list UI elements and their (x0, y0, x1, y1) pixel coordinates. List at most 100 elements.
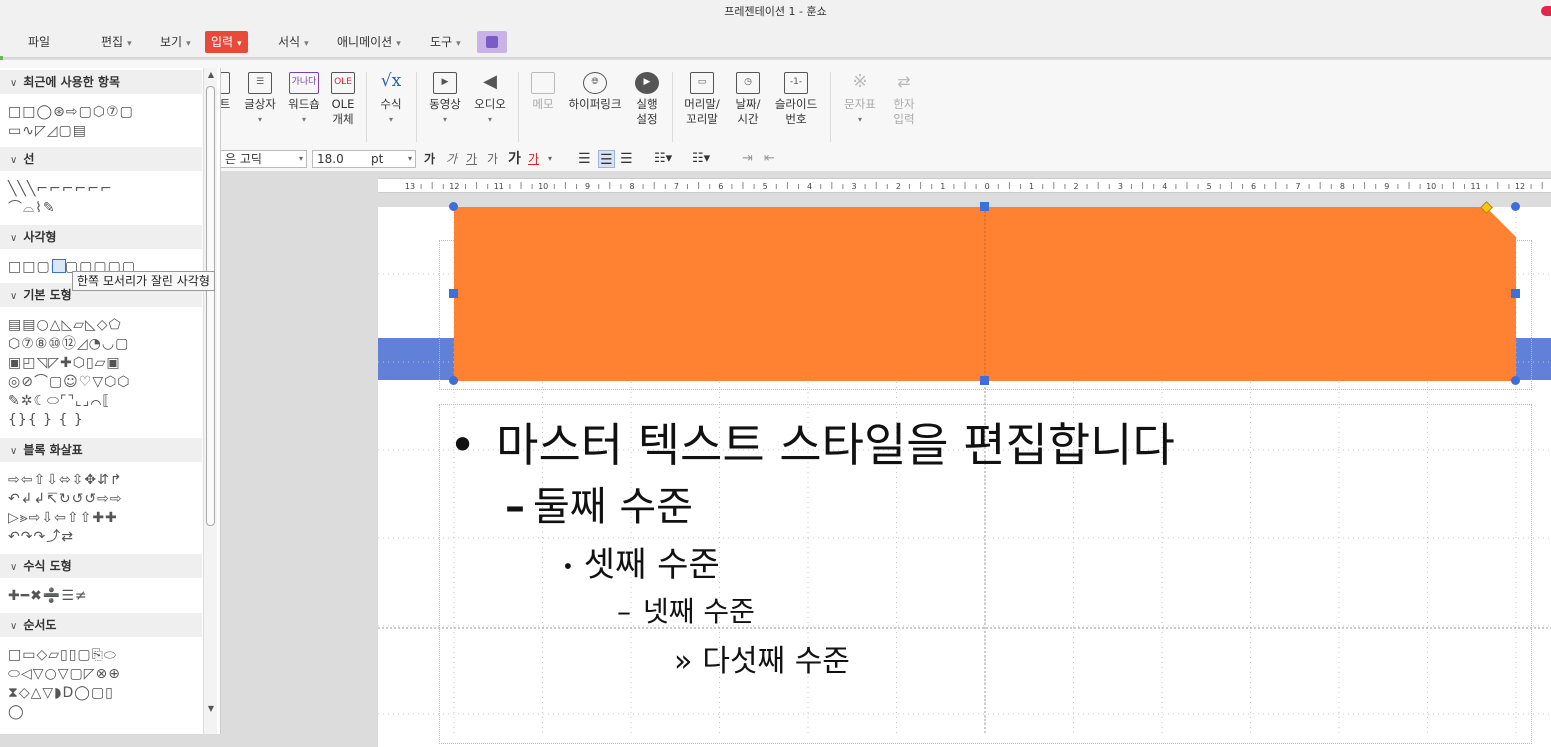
section-flowchart[interactable]: ∨ 순서도 (0, 613, 202, 637)
chevron-down-icon: ∨ (10, 621, 18, 632)
text-level-5[interactable]: » 다섯째 수준 (674, 636, 850, 680)
panel-scrollbar[interactable]: ▲ ▼ (203, 68, 217, 734)
menu-tools[interactable]: 도구 ▾ (424, 31, 467, 53)
section-rectangles[interactable]: ∨ 사각형 (0, 225, 202, 249)
shape-row[interactable]: □□◯⊛⇨▢⬡⑦▢ (8, 104, 134, 120)
horizontal-ruler[interactable]: 13 12 11 10 9 8 7 6 5 4 3 2 1 0 1 2 3 4 5 6 7 8 9 10 11 12 (378, 178, 1551, 193)
menu-label: 입력 (211, 35, 234, 49)
shape-row[interactable]: ▭∿◸◿▢▤ (8, 123, 87, 139)
decrease-indent-icon[interactable]: ⇤ (764, 150, 775, 168)
ribbon-hanja-button[interactable]: ⇄ 한자 입력 (884, 72, 924, 127)
ribbon-slide-number-button[interactable]: -1- 슬라이드 번호 (772, 72, 820, 127)
shape-row[interactable]: {}{ } { } (8, 412, 84, 428)
shape-row[interactable]: ⬭◁▽○▽▢◸⊗⊕ (8, 666, 121, 682)
window-control-icon[interactable] (1541, 6, 1551, 16)
italic-button[interactable]: 가 (446, 150, 457, 168)
font-family-select[interactable]: 은 고딕 ▾ (221, 150, 307, 168)
shape-row[interactable]: ↶↷↷⤴⇄ (8, 529, 74, 545)
shape-row[interactable]: ✎✲☾⬭⌜⌝⌞⌟⌒⟦ (8, 393, 110, 409)
shape-row[interactable]: ⧗◇△▽◗D◯▢▯ (8, 685, 114, 701)
strikethrough-button[interactable]: 가 (487, 150, 498, 168)
hovered-shape-highlight[interactable] (52, 259, 66, 273)
menu-view[interactable]: 보기 ▾ (154, 31, 197, 53)
menu-label: 파일 (28, 35, 51, 49)
ribbon-separator (416, 72, 417, 142)
shape-row[interactable]: ⌒⌓⌇✎ (8, 200, 56, 216)
align-left-icon[interactable]: ☰ (578, 150, 591, 168)
ribbon-ole-button[interactable]: OLE OLE 개체 (326, 72, 360, 127)
ribbon-wordart-button[interactable]: 가나다 워드숍 ▾ (284, 72, 324, 127)
bold-button[interactable]: 가 (424, 150, 435, 168)
resize-handle[interactable] (449, 202, 458, 211)
bullet-list-icon[interactable]: ☷▾ (654, 150, 672, 168)
ribbon-memo-button[interactable]: 메모 (528, 72, 558, 112)
bullet: – (617, 595, 631, 628)
shape-row[interactable]: ⬡⑦⑧⑩⑫◿◔◡▢ (8, 336, 129, 352)
text-level-4[interactable]: – 넷째 수준 (617, 590, 755, 630)
snip-corner-rectangle[interactable] (454, 207, 1516, 381)
level-text: 넷째 수준 (643, 595, 755, 628)
menu-insert[interactable]: 입력 ▾ (205, 31, 248, 53)
collaboration-icon[interactable] (477, 31, 507, 53)
underline-button[interactable]: 가 (466, 150, 477, 168)
scroll-up-icon[interactable]: ▲ (204, 68, 218, 82)
font-color-button[interactable]: 가 (528, 150, 539, 168)
shape-row[interactable]: ▷⪢⇨⇩⇦⇧⇧✚✚ (8, 510, 118, 526)
resize-handle[interactable] (980, 202, 989, 211)
shape-row[interactable]: ↶↲↲↸↻↺↺⇨⇨ (8, 491, 123, 507)
ribbon-textbox-button[interactable]: ☰ 글상자 ▾ (238, 72, 282, 127)
menu-format[interactable]: 서식 ▾ (272, 31, 315, 53)
menu-file[interactable]: 파일 (22, 31, 56, 53)
ribbon-symbol-button[interactable]: ※ 문자표 ▾ (840, 72, 880, 127)
font-size-field[interactable]: 18.0 pt ▾ (312, 150, 416, 168)
slide-number-icon: -1- (784, 72, 808, 94)
align-center-icon[interactable]: ☰ (598, 150, 615, 168)
section-equation-shapes[interactable]: ∨ 수식 도형 (0, 554, 202, 578)
font-size-unit: pt (371, 152, 384, 166)
ribbon-label: 메모 (532, 97, 554, 111)
scroll-down-icon[interactable]: ▼ (204, 702, 218, 716)
chevron-down-icon[interactable]: ▾ (548, 150, 552, 168)
text-level-1[interactable]: • 마스터 텍스트 스타일을 편집합니다 (449, 409, 1175, 475)
level-text: 다섯째 수준 (702, 644, 850, 679)
ribbon-audio-button[interactable]: ◀ 오디오 ▾ (472, 72, 508, 127)
resize-handle[interactable] (1511, 289, 1520, 298)
ribbon-label: OLE 개체 (331, 97, 355, 126)
shape-row[interactable]: ◯ (8, 704, 25, 720)
resize-handle[interactable] (1511, 376, 1520, 385)
shape-row[interactable]: ⇨⇦⇧⇩⬄⇳✥⇵↱ (8, 472, 123, 488)
increase-indent-icon[interactable]: ⇥ (742, 150, 753, 168)
menu-label: 보기 (160, 35, 183, 49)
numbered-list-icon[interactable]: ☷▾ (692, 150, 710, 168)
ribbon-header-footer-button[interactable]: ▭ 머리말/ 꼬리말 (680, 72, 724, 127)
ribbon-formula-button[interactable]: √x 수식 ▾ (372, 72, 410, 127)
ribbon-hyperlink-button[interactable]: 🌐︎ 하이퍼링크 (566, 72, 624, 112)
menu-animation[interactable]: 애니메이션 ▾ (331, 31, 407, 53)
shape-row[interactable]: ▣◰◹◸✚⬡▯▱▣ (8, 355, 121, 371)
resize-handle[interactable] (1511, 202, 1520, 211)
resize-handle[interactable] (449, 376, 458, 385)
section-title: 순서도 (23, 618, 57, 632)
shape-row[interactable]: ╲╲╲⌐⌐⌐⌐⌐⌐ (8, 181, 113, 197)
ruler-label: 3 (851, 182, 856, 191)
shape-row[interactable]: □▭◇▱▯▯▢⎘⬭ (8, 647, 117, 663)
shape-row[interactable]: ◎⊘⌒▢☺♡▽⬡⬡ (8, 374, 131, 390)
resize-handle[interactable] (980, 376, 989, 385)
shape-row[interactable]: ▤▤○△◺▱◺◇⬠ (8, 317, 122, 333)
ribbon-datetime-button[interactable]: ◷ 날짜/ 시간 (730, 72, 766, 127)
menu-edit[interactable]: 편집 ▾ (95, 31, 138, 53)
hyperlink-icon: 🌐︎ (583, 72, 607, 94)
section-block-arrows[interactable]: ∨ 블록 화살표 (0, 438, 202, 462)
ribbon-action-button[interactable]: ▶ 실행 설정 (630, 72, 664, 127)
grow-font-button[interactable]: 가 (508, 150, 521, 168)
shape-row[interactable]: ✚━✖➗☰≠ (8, 588, 88, 604)
resize-handle[interactable] (449, 289, 458, 298)
scroll-thumb[interactable] (206, 86, 215, 526)
section-lines[interactable]: ∨ 선 (0, 147, 202, 171)
section-recent[interactable]: ∨ 최근에 사용한 항목 (0, 70, 202, 94)
align-right-icon[interactable]: ☰ (620, 150, 633, 168)
text-level-2[interactable]: – 둘째 수준 (505, 474, 693, 532)
text-level-3[interactable]: • 셋째 수준 (562, 537, 720, 586)
ribbon-video-button[interactable]: ▶ 동영상 ▾ (426, 72, 464, 127)
ribbon-separator (518, 72, 519, 142)
